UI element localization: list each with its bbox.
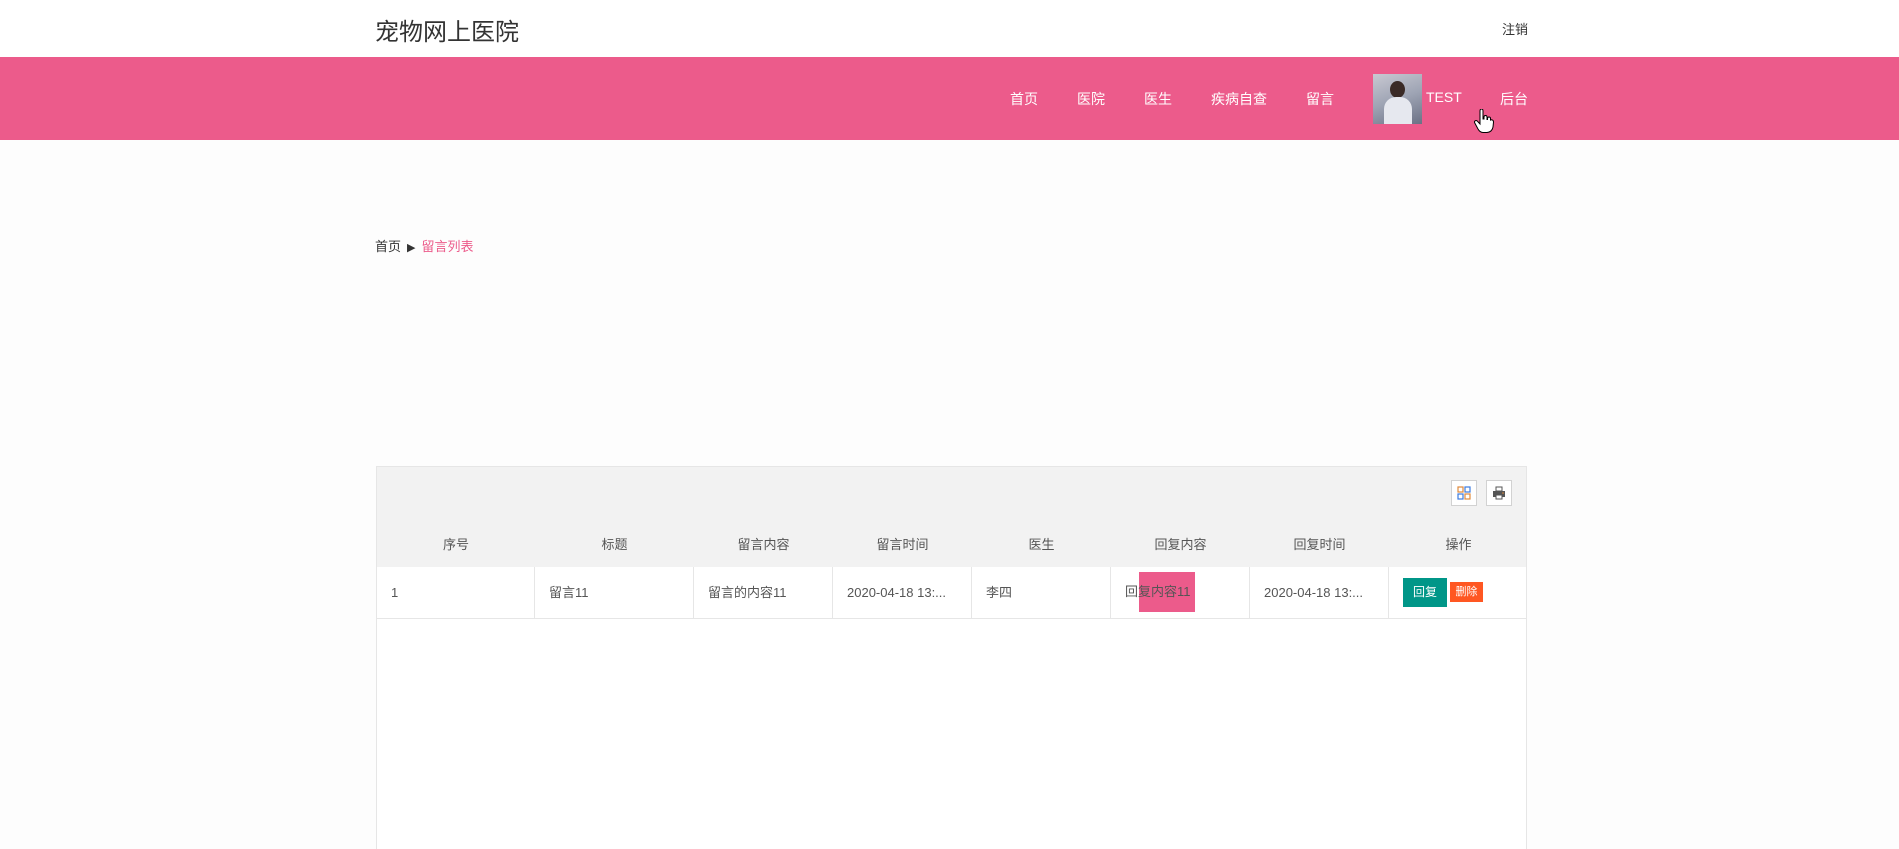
cell-time: 2020-04-18 13:... — [833, 567, 972, 618]
columns-filter-icon — [1457, 486, 1471, 500]
cell-actions: 回复 删除 — [1389, 567, 1528, 618]
avatar[interactable] — [1373, 74, 1422, 124]
cell-index: 1 — [377, 567, 535, 618]
avatar-head — [1390, 81, 1405, 98]
avatar-body — [1384, 97, 1412, 124]
nav-username[interactable]: TEST — [1426, 89, 1462, 105]
hand-cursor-icon — [1474, 109, 1494, 133]
breadcrumb-separator-icon: ▶ — [407, 242, 416, 254]
main-navbar: 首页 医院 医生 疾病自查 留言 TEST 后台 — [0, 57, 1899, 140]
breadcrumb: 首页 ▶ 留言列表 — [375, 236, 474, 255]
column-header-actions: 操作 — [1445, 537, 1472, 552]
cell-reply-time: 2020-04-18 13:... — [1250, 567, 1389, 618]
breadcrumb-current: 留言列表 — [421, 239, 474, 254]
top-header: 宠物网上医院 注销 — [0, 0, 1899, 57]
nav-item-home[interactable]: 首页 — [1010, 89, 1038, 109]
message-table-panel: 序号 标题 留言内容 留言时间 医生 回复内容 回复时间 操作 1 留言11 留… — [376, 466, 1527, 849]
column-header-title[interactable]: 标题 — [535, 522, 694, 567]
cell-title: 留言11 — [535, 567, 694, 618]
table-row[interactable]: 1 留言11 留言的内容11 2020-04-18 13:... 李四 2020… — [377, 567, 1526, 619]
nav-item-doctor[interactable]: 医生 — [1144, 89, 1172, 109]
print-button[interactable] — [1486, 480, 1512, 506]
reply-button[interactable]: 回复 — [1403, 578, 1447, 607]
logout-link[interactable]: 注销 — [1502, 19, 1528, 38]
column-header-index[interactable]: 序号 — [377, 522, 535, 567]
nav-item-admin[interactable]: 后台 — [1500, 89, 1528, 109]
columns-filter-button[interactable] — [1451, 480, 1477, 506]
column-header-reply-time[interactable]: 回复时间 — [1250, 522, 1389, 567]
cell-reply: 回复内容11 — [1125, 584, 1191, 599]
column-header-content[interactable]: 留言内容 — [694, 522, 833, 567]
print-icon — [1493, 486, 1505, 500]
table-toolbar: 序号 标题 留言内容 留言时间 医生 回复内容 回复时间 操作 — [377, 467, 1526, 567]
nav-item-messages[interactable]: 留言 — [1306, 89, 1334, 109]
cell-content: 留言的内容11 — [694, 567, 833, 618]
site-title: 宠物网上医院 — [375, 19, 519, 46]
column-header-time[interactable]: 留言时间 — [833, 522, 972, 567]
breadcrumb-home[interactable]: 首页 — [375, 239, 401, 254]
column-header-reply[interactable]: 回复内容 — [1111, 522, 1250, 567]
column-header-doctor[interactable]: 医生 — [972, 522, 1111, 567]
nav-item-hospital[interactable]: 医院 — [1077, 89, 1105, 109]
nav-item-self-check[interactable]: 疾病自查 — [1211, 89, 1267, 109]
delete-button[interactable]: 删除 — [1450, 582, 1483, 602]
cell-doctor: 李四 — [972, 567, 1111, 618]
table-header: 序号 标题 留言内容 留言时间 医生 回复内容 回复时间 操作 — [377, 522, 1526, 567]
